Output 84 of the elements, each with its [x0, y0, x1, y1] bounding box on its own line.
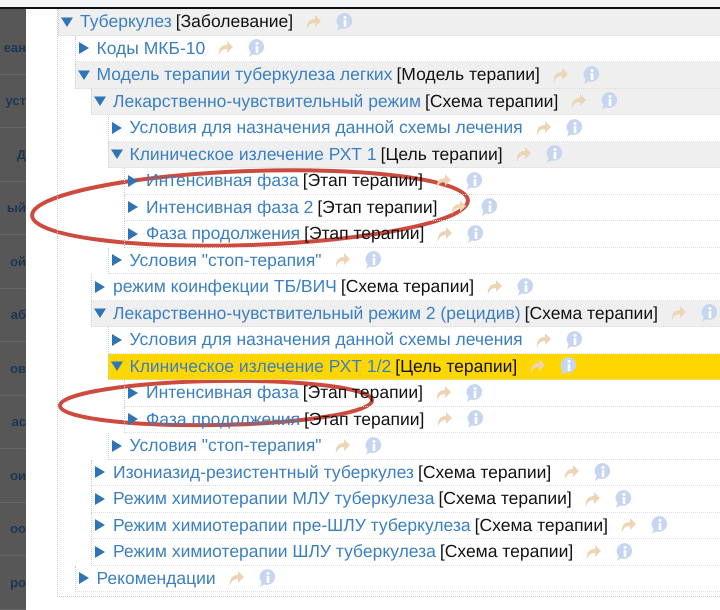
- node-link[interactable]: Клиническое излечение РХТ 1: [130, 144, 377, 165]
- info-icon[interactable]: [464, 170, 485, 191]
- expand-triangle-icon[interactable]: [127, 174, 139, 187]
- tree-row[interactable]: Условия "стоп-терапия": [108, 248, 720, 274]
- node-link[interactable]: Изониазид-резистентный туберкулез: [113, 462, 414, 483]
- expand-triangle-icon[interactable]: [110, 334, 122, 346]
- info-icon[interactable]: [650, 515, 670, 536]
- node-type: [Схема терапии]: [440, 541, 574, 562]
- expand-triangle-icon[interactable]: [94, 546, 106, 558]
- expand-triangle-icon[interactable]: [110, 360, 122, 372]
- tree-row[interactable]: Изониазид-резистентный туберкулез [Схема терапии]: [91, 460, 720, 486]
- tree-row[interactable]: Лекарственно-чувствительный режим [Схема терапии]: [91, 88, 720, 115]
- expand-triangle-icon[interactable]: [78, 42, 90, 54]
- info-icon[interactable]: [464, 382, 485, 403]
- node-type: [Схема терапии]: [474, 514, 608, 536]
- node-link[interactable]: Условия "стоп-терапия": [130, 250, 322, 271]
- expand-triangle-icon[interactable]: [127, 386, 139, 399]
- info-icon[interactable]: [582, 64, 602, 85]
- expand-triangle-icon[interactable]: [110, 440, 122, 452]
- info-icon[interactable]: [480, 197, 500, 218]
- info-icon[interactable]: [544, 144, 565, 164]
- node-link[interactable]: Модель терапии туберкулеза легких: [96, 64, 392, 86]
- node-type: [Заболевание]: [176, 11, 294, 32]
- expand-triangle-icon[interactable]: [110, 148, 122, 160]
- node-link[interactable]: Режим химиотерапии ШЛУ туберкулеза: [113, 541, 436, 562]
- node-link[interactable]: Рекомендации: [96, 568, 216, 589]
- node-type: [Схема терапии]: [524, 302, 658, 324]
- node-link[interactable]: режим коинфекции ТБ/ВИЧ: [113, 276, 337, 298]
- info-icon[interactable]: [364, 250, 384, 270]
- node-link[interactable]: Лекарственно-чувствительный режим: [113, 90, 421, 112]
- node-link[interactable]: Режим химиотерапии МЛУ туберкулеза: [113, 488, 434, 510]
- tree-row[interactable]: Условия "стоп-терапия": [108, 433, 720, 460]
- node-link[interactable]: Лекарственно-чувствительный режим 2 (рецидив): [113, 302, 521, 324]
- node-type: [Цель терапии]: [395, 356, 518, 377]
- node-type: [Модель терапии]: [396, 64, 540, 86]
- node-type: [Цель терапии]: [380, 144, 503, 165]
- node-link[interactable]: Условия для назначения данной схемы лечения: [130, 329, 523, 350]
- info-icon[interactable]: [564, 330, 585, 350]
- tree-row[interactable]: Интенсивная фаза 2 [Этап терапии]: [124, 194, 720, 221]
- expand-triangle-icon[interactable]: [94, 466, 106, 478]
- node-link[interactable]: Клиническое излечение РХТ 1/2: [130, 356, 392, 377]
- node-link[interactable]: Коды МКБ-10: [96, 38, 206, 59]
- tree-row[interactable]: Интенсивная фаза [Этап терапии]: [124, 168, 720, 194]
- expand-triangle-icon[interactable]: [127, 228, 139, 240]
- node-link[interactable]: Туберкулез: [80, 11, 172, 32]
- expand-triangle-icon[interactable]: [110, 254, 122, 266]
- expand-triangle-icon[interactable]: [127, 201, 139, 214]
- expand-triangle-icon[interactable]: [94, 280, 106, 293]
- node-type: [Этап терапии]: [302, 170, 423, 192]
- node-link[interactable]: Условия для назначения данной схемы лечения: [130, 117, 523, 138]
- expand-triangle-icon[interactable]: [61, 16, 73, 28]
- info-icon[interactable]: [258, 568, 278, 588]
- tree-row[interactable]: Модель терапии туберкулеза легких [Модель терапии]: [74, 62, 720, 88]
- node-type: [Схема терапии]: [424, 90, 558, 112]
- tree-row[interactable]: Клиническое излечение РХТ 1/2 [Цель терапии]: [108, 354, 720, 380]
- info-icon[interactable]: [614, 488, 634, 509]
- expand-triangle-icon[interactable]: [127, 413, 139, 426]
- tree-row[interactable]: Режим химиотерапии пре-ШЛУ туберкулеза [Схема терапии]: [91, 512, 720, 539]
- expand-triangle-icon[interactable]: [78, 572, 90, 584]
- node-link[interactable]: Интенсивная фаза: [146, 382, 299, 404]
- node-link[interactable]: Условия "стоп-терапия": [130, 435, 322, 456]
- tree-row[interactable]: Режим химиотерапии МЛУ туберкулеза [Схема терапии]: [91, 486, 720, 512]
- expand-triangle-icon[interactable]: [94, 492, 106, 505]
- node-type: [Схема терапии]: [340, 276, 474, 298]
- expand-triangle-icon[interactable]: [94, 519, 106, 532]
- node-type: [Схема терапии]: [438, 488, 572, 510]
- tree-row[interactable]: Туберкулез [Заболевание]: [58, 9, 720, 36]
- node-type: [Схема терапии]: [418, 462, 552, 483]
- node-link[interactable]: Фаза продолжения: [146, 223, 300, 244]
- node-type: [Этап терапии]: [317, 196, 438, 218]
- tree-row[interactable]: Режим химиотерапии ШЛУ туберкулеза [Схема терапии]: [91, 539, 720, 566]
- node-link[interactable]: Интенсивная фаза: [146, 170, 299, 192]
- info-icon[interactable]: [564, 118, 585, 138]
- info-icon[interactable]: [700, 303, 720, 324]
- tree-row[interactable]: Лекарственно-чувствительный режим 2 (рецидив) [Схема терапии]: [91, 300, 720, 327]
- expand-triangle-icon[interactable]: [94, 95, 106, 108]
- tree-row[interactable]: Рекомендации: [74, 566, 720, 592]
- info-icon[interactable]: [364, 436, 384, 456]
- expand-triangle-icon[interactable]: [78, 68, 90, 81]
- expand-triangle-icon[interactable]: [94, 307, 106, 320]
- node-link[interactable]: Режим химиотерапии пре-ШЛУ туберкулеза: [113, 514, 471, 536]
- node-link[interactable]: Интенсивная фаза 2: [146, 196, 314, 218]
- tree-row[interactable]: Клиническое излечение РХТ 1 [Цель терапии]: [108, 142, 720, 168]
- expand-triangle-icon[interactable]: [110, 122, 122, 134]
